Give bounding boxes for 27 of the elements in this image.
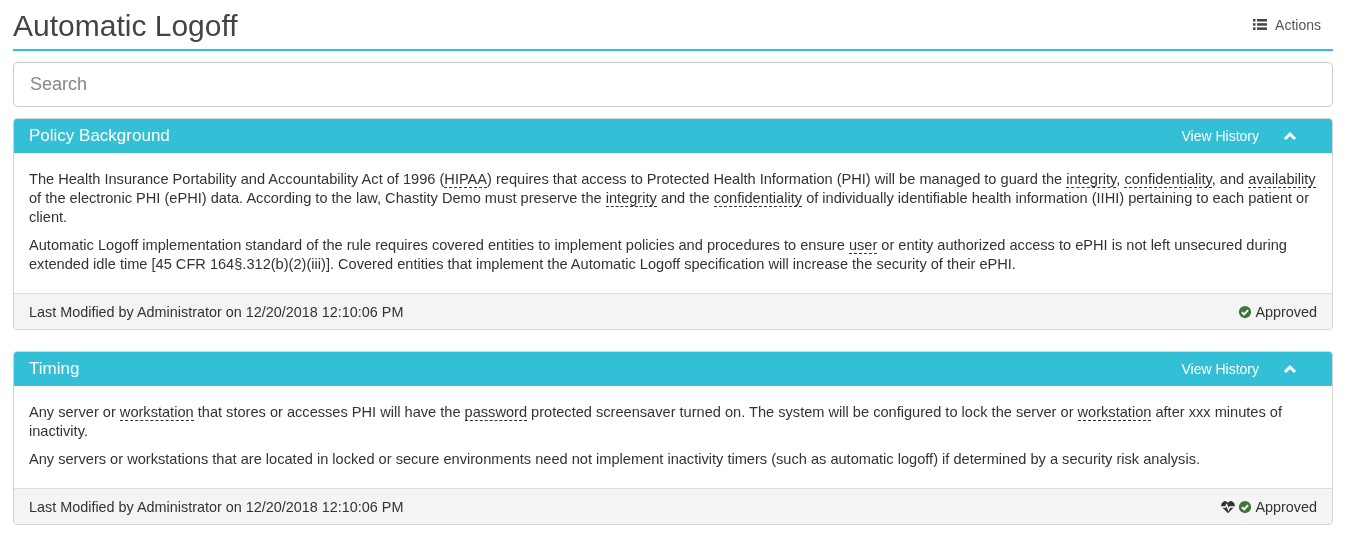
panel-title: Policy Background xyxy=(29,126,171,146)
collapse-icon[interactable] xyxy=(1283,364,1297,374)
glossary-term-link[interactable]: user xyxy=(848,237,878,254)
check-circle-icon xyxy=(1238,304,1253,319)
glossary-term-link[interactable]: HIPAA xyxy=(444,171,488,188)
glossary-term-link[interactable]: confidentiality xyxy=(1124,171,1212,188)
status-text: Approved xyxy=(1255,498,1317,515)
paragraph: Any server or workstation that stores or accesses PHI will have the password protected screensaver turned on. The system will be configured to lock the server or workstation after xxx minutes of inactivity. xyxy=(29,403,1283,441)
paragraph: The Health Insurance Portability and Accountability Act of 1996 (HIPAA) requires that access to Protected Health Information (PHI) will be managed to guard the integrity, confidentiality, and availability of the electronic PHI (ePHI) data. According to the law, Chastity Demo must preserve the integrity and the confidentiality of individually identifiable health information (IIHI) pertaining to each patient or client. xyxy=(29,170,1317,227)
collapse-icon[interactable] xyxy=(1283,131,1297,141)
last-modified-text: Last Modified by Administrator on 12/20/2018 12:10:06 PM xyxy=(29,303,405,320)
actions-button[interactable]: Actions xyxy=(1253,12,1321,37)
panel-title: Timing xyxy=(29,359,81,379)
search-field[interactable]: Search xyxy=(13,62,1333,107)
glossary-term-link[interactable]: workstation xyxy=(1077,404,1152,421)
list-icon xyxy=(1253,19,1268,30)
paragraph: Any servers or workstations that are located in locked or secure environments need not implement inactivity timers (such as automatic logoff) if determined by a security risk analysis. xyxy=(29,450,1201,469)
glossary-term-link[interactable]: workstation xyxy=(119,404,194,421)
status-text: Approved xyxy=(1255,303,1317,320)
paragraph: Automatic Logoff implementation standard of the rule requires covered entities to implement policies and procedures to ensure user or entity authorized access to ePHI is not left unsecured during extended idle time [45 CFR 164§.312(b)(2)(iii)]. Covered entities that implement the Automatic Logoff specification will increase the security of their ePHI. xyxy=(29,236,1288,274)
glossary-term-link[interactable]: availability xyxy=(1248,171,1316,188)
glossary-term-link[interactable]: integrity xyxy=(605,190,657,207)
check-circle-icon xyxy=(1238,499,1253,514)
glossary-term-link[interactable]: password xyxy=(464,404,528,421)
glossary-term-link[interactable]: confidentiality xyxy=(713,190,803,207)
page-title: Automatic Logoff xyxy=(13,7,239,43)
last-modified-text: Last Modified by Administrator on 12/20/2018 12:10:06 PM xyxy=(29,498,405,515)
